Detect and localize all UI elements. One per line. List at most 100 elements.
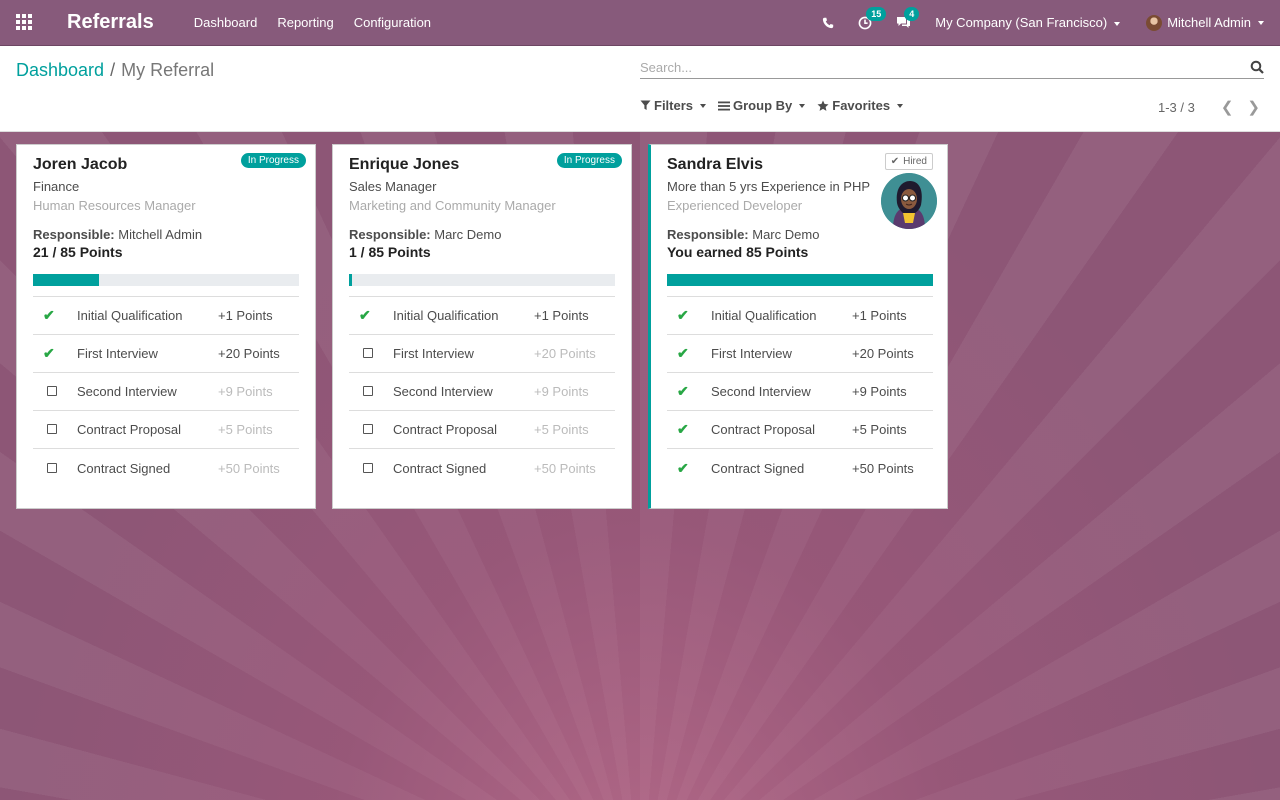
progress-fill [33, 274, 99, 286]
group-by-label: Group By [733, 98, 793, 113]
checkbox-icon[interactable] [363, 424, 373, 434]
search-icon[interactable] [1250, 60, 1264, 74]
stage-status: ✔ [33, 307, 77, 324]
breadcrumb: Dashboard / My Referral [16, 60, 214, 81]
stage-points: +1 Points [852, 308, 907, 323]
progress-fill [667, 274, 933, 286]
stage-status: ✔ [667, 307, 711, 324]
chevron-down-icon [897, 103, 904, 108]
stage-status[interactable] [349, 461, 393, 476]
search-options: Filters Group By Favorites [640, 98, 915, 113]
responsible-name: Marc Demo [434, 227, 502, 242]
stage-label: Second Interview [711, 384, 811, 399]
stage-status: ✔ [667, 460, 711, 477]
pager-next-icon[interactable]: ❯ [1247, 98, 1260, 116]
top-navbar: Referrals Dashboard Reporting Configurat… [0, 0, 1280, 46]
stage-row: ✔ Contract Signed +50 Points [667, 449, 933, 487]
check-icon: ✔ [677, 307, 689, 323]
menu-item-dashboard[interactable]: Dashboard [194, 15, 258, 30]
filters-button[interactable]: Filters [640, 98, 707, 113]
stage-status[interactable] [349, 384, 393, 399]
referral-card[interactable]: Enrique Jones In Progress Sales Manager … [332, 144, 632, 509]
stage-label: Contract Proposal [711, 422, 816, 437]
checkbox-icon[interactable] [47, 386, 57, 396]
pager: 1-3 / 3 ❮ ❯ [1158, 98, 1260, 116]
breadcrumb-dashboard-link[interactable]: Dashboard [16, 60, 104, 80]
group-by-button[interactable]: Group By [718, 98, 806, 113]
stage-row: ✔ Initial Qualification +1 Points [667, 297, 933, 335]
stage-row: ✔ Initial Qualification +1 Points [33, 297, 299, 335]
stage-row: ✔ Initial Qualification +1 Points [349, 297, 615, 335]
check-icon: ✔ [890, 156, 900, 167]
apps-icon[interactable] [16, 13, 34, 32]
stage-points: +9 Points [852, 384, 907, 399]
pager-previous-icon[interactable]: ❮ [1221, 98, 1234, 116]
stage-row: Second Interview +9 Points [33, 373, 299, 411]
stage-label: Second Interview [77, 384, 177, 399]
checkbox-icon[interactable] [47, 424, 57, 434]
user-menu[interactable]: Mitchell Admin [1146, 14, 1264, 31]
points-progress-bar [33, 274, 299, 286]
breadcrumb-separator: / [110, 60, 116, 80]
stage-status[interactable] [33, 384, 77, 399]
responsible: Responsible: Marc Demo [349, 227, 615, 242]
stage-label: Contract Signed [711, 460, 805, 476]
stage-row: ✔ Second Interview +9 Points [667, 373, 933, 411]
stage-label: Contract Signed [77, 460, 171, 476]
responsible-name: Mitchell Admin [118, 227, 203, 242]
stage-status[interactable] [33, 422, 77, 437]
candidate-department: Sales Manager [349, 179, 437, 194]
points-summary: 21 / 85 Points [33, 244, 123, 260]
favorites-button[interactable]: Favorites [817, 98, 904, 113]
points-progress-bar [667, 274, 933, 286]
stage-status[interactable] [349, 346, 393, 361]
stage-row: Second Interview +9 Points [349, 373, 615, 411]
stage-label: Contract Signed [393, 460, 487, 476]
search-input[interactable] [640, 56, 1230, 78]
responsible: Responsible: Mitchell Admin [33, 227, 299, 242]
activity-clock-icon[interactable]: 15 [858, 6, 887, 30]
stage-status[interactable] [33, 461, 77, 476]
stage-row: Contract Proposal +5 Points [33, 411, 299, 449]
company-name: My Company (San Francisco) [935, 15, 1108, 30]
check-icon: ✔ [677, 421, 689, 437]
pager-value[interactable]: 1-3 / 3 [1158, 100, 1195, 115]
company-switcher[interactable]: My Company (San Francisco) [935, 15, 1121, 30]
status-badge: In Progress [556, 153, 622, 168]
menu-item-configuration[interactable]: Configuration [354, 15, 431, 30]
stage-row: First Interview +20 Points [349, 335, 615, 373]
stage-status: ✔ [667, 383, 711, 400]
stage-row: Contract Signed +50 Points [33, 449, 299, 487]
user-avatar [1146, 14, 1163, 31]
stage-points: +5 Points [852, 422, 907, 437]
check-icon: ✔ [677, 345, 689, 361]
stage-points: +20 Points [852, 346, 914, 361]
checkbox-icon[interactable] [363, 348, 373, 358]
candidate-department: Finance [33, 179, 80, 194]
stage-points: +1 Points [218, 308, 273, 323]
stage-label: Initial Qualification [711, 308, 817, 323]
chevron-down-icon [700, 103, 707, 108]
checkbox-icon[interactable] [47, 462, 57, 473]
phone-icon[interactable] [822, 17, 834, 29]
stage-points: +5 Points [534, 422, 589, 437]
status-badge: In Progress [240, 153, 306, 168]
chevron-down-icon [799, 103, 806, 108]
hired-badge: ✔ Hired [884, 153, 933, 170]
chat-icon[interactable]: 4 [896, 7, 920, 29]
menu-item-reporting[interactable]: Reporting [277, 15, 333, 30]
referral-card[interactable]: Joren Jacob In Progress Finance Human Re… [16, 144, 316, 509]
control-panel: Dashboard /My Referral Filters Group By F… [0, 46, 1280, 132]
stage-label: First Interview [77, 346, 158, 361]
app-title[interactable]: Referrals [67, 11, 154, 34]
stage-list: ✔ Initial Qualification +1 Points First Int… [349, 296, 615, 487]
stage-label: Contract Proposal [393, 422, 498, 437]
referral-card[interactable]: Sandra Elvis ✔ Hired More than 5 yrs Expe… [648, 144, 948, 509]
search-bar [640, 56, 1264, 79]
checkbox-icon[interactable] [363, 462, 373, 473]
stage-label: Contract Proposal [77, 422, 182, 437]
stage-status[interactable] [349, 422, 393, 437]
checkbox-icon[interactable] [363, 386, 373, 396]
stage-row: Contract Proposal +5 Points [349, 411, 615, 449]
activity-count-badge: 15 [866, 6, 887, 21]
